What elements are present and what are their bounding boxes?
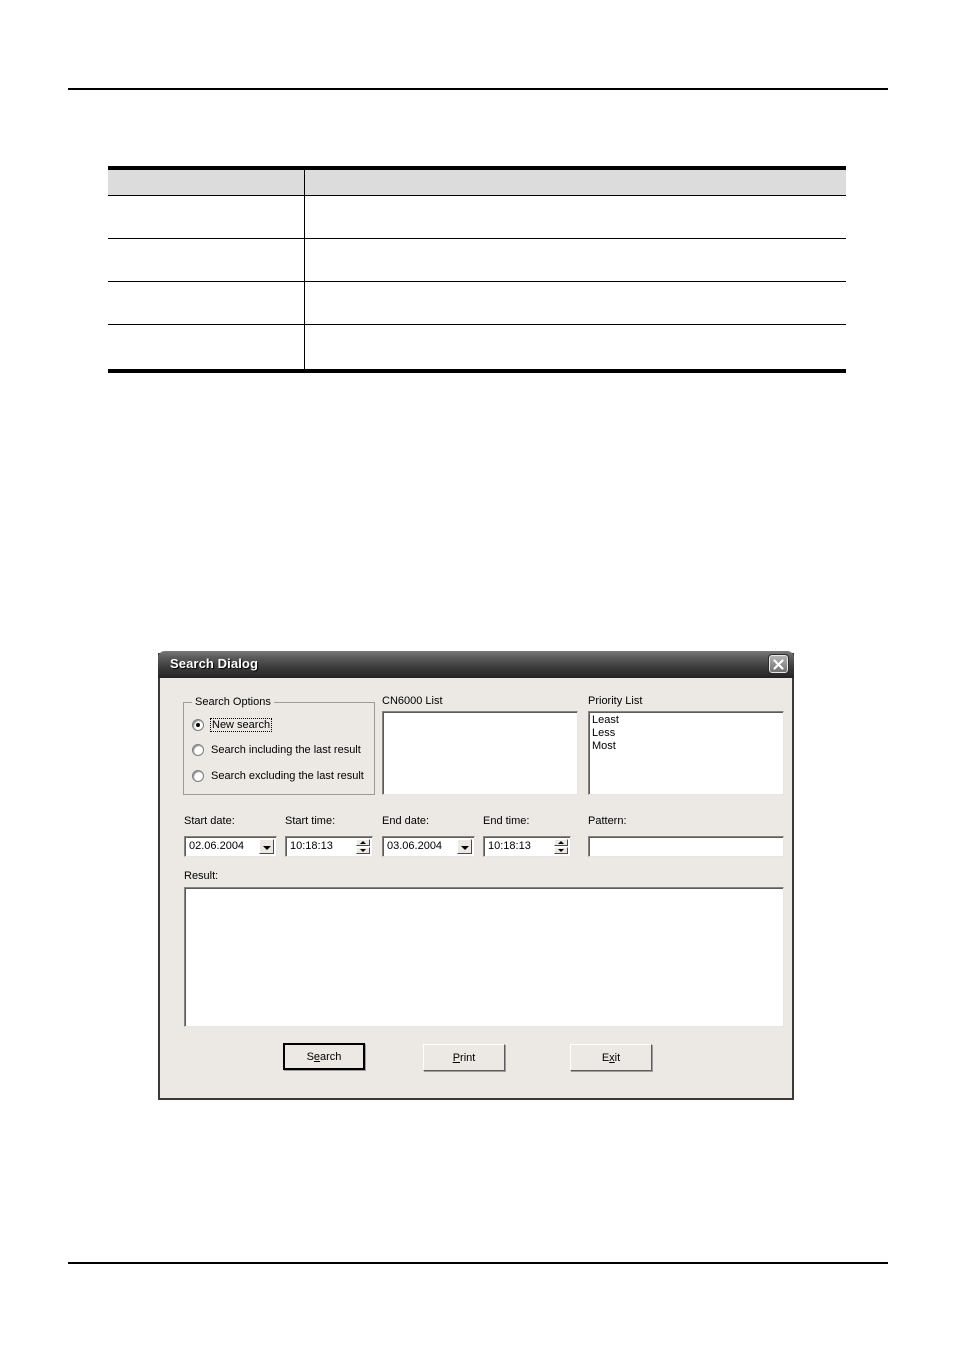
pattern-label: Pattern: [588, 815, 627, 827]
end-time-spinner[interactable]: 10:18:13 [483, 836, 571, 857]
spinner-down-icon[interactable] [554, 847, 568, 854]
radio-search-including-label: Search including the last result [211, 744, 361, 756]
table-cell-text [108, 325, 304, 331]
spinner-arrows-icon[interactable] [554, 839, 568, 854]
radio-dot-icon [192, 770, 204, 782]
spinner-up-icon[interactable] [356, 839, 370, 846]
chevron-down-icon[interactable] [259, 839, 274, 854]
radio-new-search[interactable]: New search [192, 718, 273, 732]
end-time-value: 10:18:13 [488, 840, 531, 852]
priority-list-label: Priority List [588, 695, 643, 707]
chevron-down-icon[interactable] [457, 839, 472, 854]
page-header-rule [68, 88, 888, 90]
search-options-legend: Search Options [192, 696, 274, 708]
end-date-value: 03.06.2004 [387, 840, 443, 852]
table-cell-text [108, 282, 304, 288]
table-cell [108, 281, 305, 325]
end-date-combo[interactable]: 03.06.2004 [382, 836, 475, 857]
spinner-down-icon[interactable] [356, 847, 370, 854]
dialog-titlebar[interactable]: Search Dialog [158, 651, 794, 678]
pattern-input[interactable] [588, 836, 784, 857]
spinner-up-icon[interactable] [554, 839, 568, 846]
priority-list-items: Least Less Most [589, 712, 783, 753]
dialog-client-area: Search Options New search Search includi… [160, 678, 792, 1096]
table-cell-text [305, 282, 847, 288]
radio-search-excluding-last-result[interactable]: Search excluding the last result [192, 770, 364, 782]
cn6000-list-box[interactable] [382, 711, 578, 795]
radio-search-excluding-label: Search excluding the last result [211, 770, 364, 782]
table-cell-text [108, 239, 304, 245]
dialog-title: Search Dialog [170, 656, 258, 671]
spinner-arrows-icon[interactable] [356, 839, 370, 854]
table-cell [304, 238, 847, 282]
list-item[interactable]: Least [589, 714, 783, 727]
start-date-combo[interactable]: 02.06.2004 [184, 836, 277, 857]
result-content [185, 888, 783, 890]
table-cell-text [108, 196, 304, 202]
table-header-row [108, 166, 847, 196]
print-button-label: Print [452, 1051, 476, 1064]
print-button[interactable]: Print [423, 1044, 505, 1071]
table-cell-text [305, 325, 847, 331]
cn6000-list-label: CN6000 List [382, 695, 443, 707]
table-header-cell-1 [108, 166, 305, 196]
priority-list-box[interactable]: Least Less Most [588, 711, 784, 795]
page-footer-rule [68, 1262, 888, 1264]
search-options-group: Search Options New search Search includi… [183, 696, 375, 795]
radio-new-search-label: New search [209, 718, 273, 732]
table-cell-text [305, 196, 847, 202]
start-time-label: Start time: [285, 815, 336, 827]
table-header-text-2 [305, 170, 847, 176]
table-cell [304, 195, 847, 239]
radio-dot-icon [192, 744, 204, 756]
table-row [108, 195, 847, 239]
table-header-text-1 [108, 170, 304, 176]
search-button[interactable]: Search [283, 1043, 365, 1070]
table-cell [108, 324, 305, 373]
result-label: Result: [184, 870, 219, 882]
reference-table [108, 166, 846, 373]
start-time-spinner[interactable]: 10:18:13 [285, 836, 373, 857]
end-date-label: End date: [382, 815, 430, 827]
start-date-label: Start date: [184, 815, 235, 827]
table-cell [304, 281, 847, 325]
radio-search-including-last-result[interactable]: Search including the last result [192, 744, 361, 756]
table-cell [304, 324, 847, 373]
table-row [108, 324, 847, 373]
result-textarea[interactable] [184, 887, 784, 1027]
exit-button-label: Exit [601, 1051, 621, 1064]
start-time-value: 10:18:13 [290, 840, 333, 852]
search-button-label: Search [306, 1050, 342, 1063]
table-cell [108, 238, 305, 282]
list-item[interactable]: Less [589, 727, 783, 740]
table-row [108, 281, 847, 325]
start-date-value: 02.06.2004 [189, 840, 245, 852]
list-item[interactable]: Most [589, 740, 783, 753]
table-cell [108, 195, 305, 239]
radio-dot-icon [192, 719, 204, 731]
table-header-cell-2 [304, 166, 847, 196]
search-dialog-window: Search Dialog Search Options New search … [158, 651, 794, 1100]
table-row [108, 238, 847, 282]
exit-button[interactable]: Exit [570, 1044, 652, 1071]
close-icon[interactable] [768, 654, 789, 674]
cn6000-list-items [383, 712, 577, 714]
table-cell-text [305, 239, 847, 245]
end-time-label: End time: [483, 815, 530, 827]
